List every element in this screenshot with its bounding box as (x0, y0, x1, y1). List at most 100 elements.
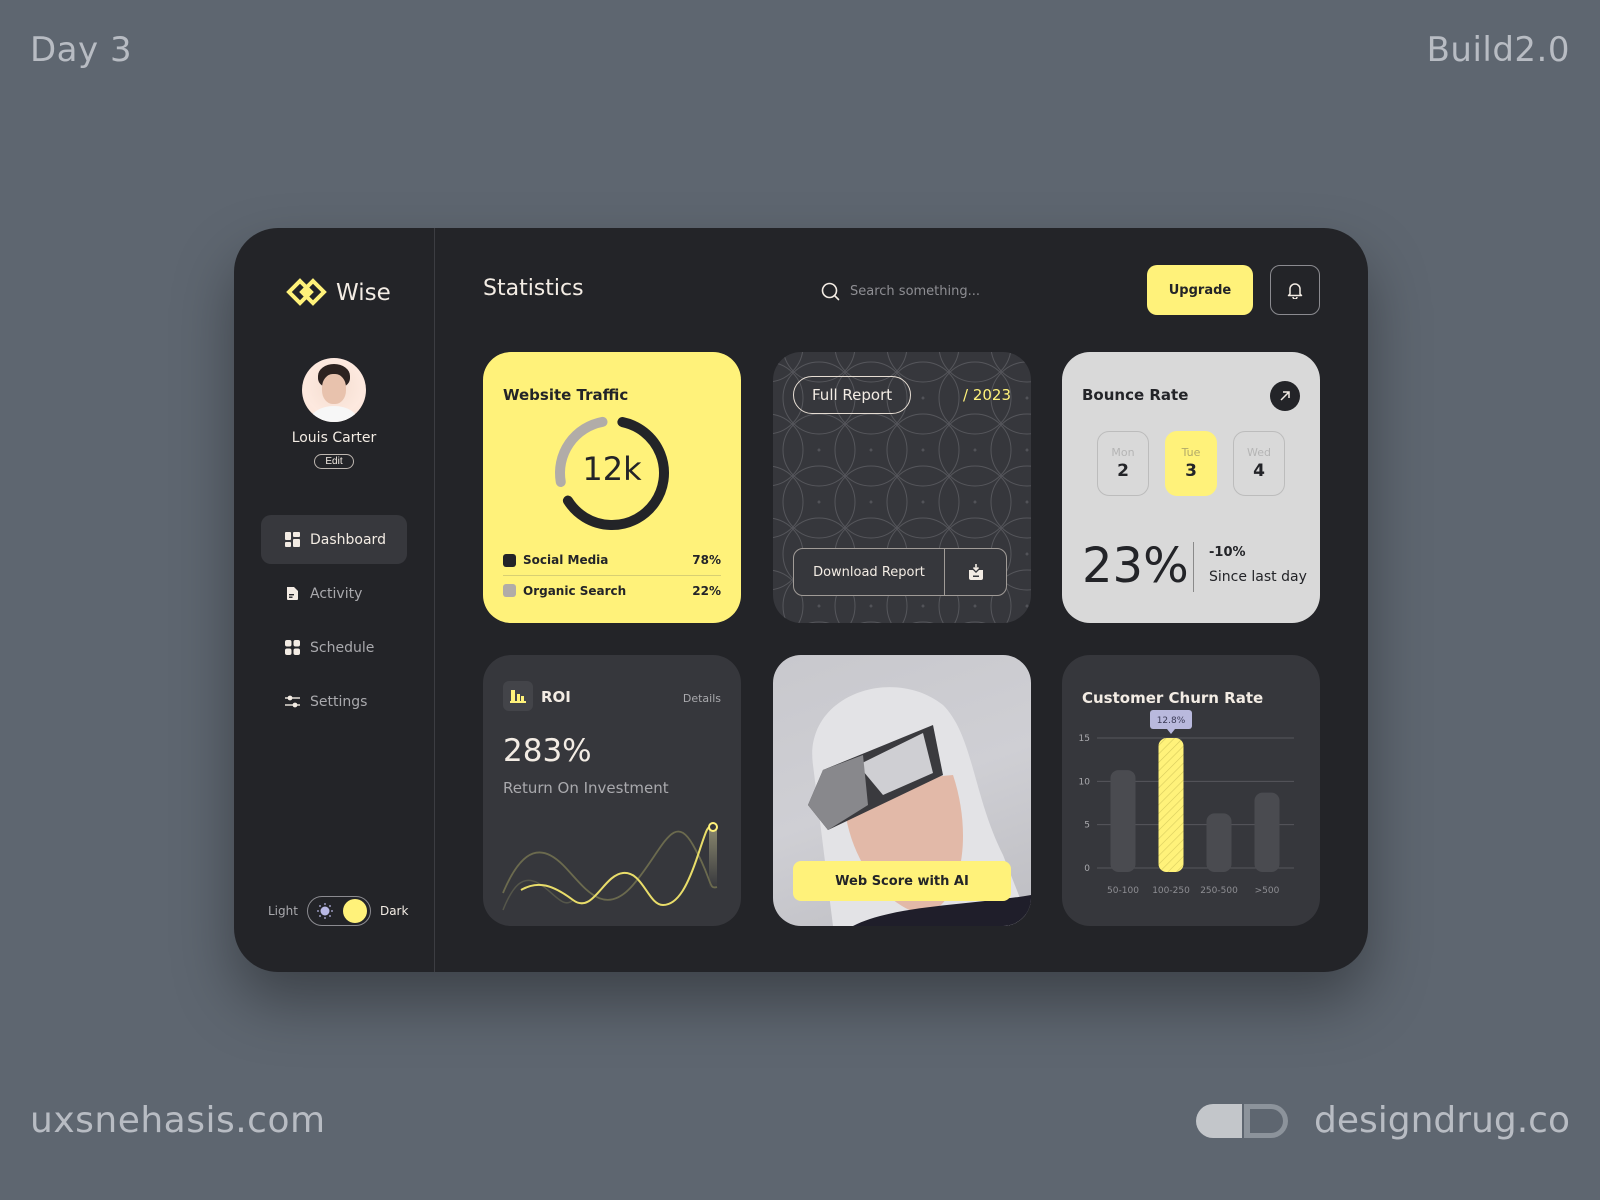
sidebar-item-label: Activity (310, 585, 363, 602)
sidebar-item-dashboard[interactable]: Dashboard (261, 515, 407, 564)
day-wed[interactable]: Wed 4 (1233, 431, 1285, 496)
dashboard-window: Wise Louis Carter Edit Dashboard Activit… (234, 228, 1368, 972)
download-icon-button[interactable] (944, 549, 1006, 595)
churn-bar-50-100[interactable] (1110, 770, 1136, 872)
page-title: Statistics (483, 276, 584, 301)
y-tick-label: 0 (1084, 864, 1090, 874)
legend-row-social-media: Social Media 78% (503, 545, 721, 575)
website-traffic-card: Website Traffic 12k Social Media 78% Org… (483, 352, 741, 623)
sidebar-item-schedule[interactable]: Schedule (261, 623, 407, 672)
day-number: 2 (1117, 461, 1129, 481)
day-number: 4 (1253, 461, 1265, 481)
profile: Louis Carter Edit (234, 358, 434, 469)
wise-logo-icon (286, 278, 327, 306)
roi-caption: Return On Investment (503, 779, 669, 797)
x-tick-label: >500 (1255, 886, 1280, 896)
tooltip-pointer (1167, 729, 1175, 734)
download-tray-icon (968, 564, 983, 580)
churn-bar->500[interactable] (1254, 792, 1280, 872)
sidebar-item-label: Settings (310, 693, 368, 710)
search-input[interactable] (850, 284, 1050, 299)
logo[interactable]: Wise (286, 278, 391, 308)
churn-bar-chart: 0 5 10 15 50-100 100-250 250-500 >500 12.8% (1079, 710, 1294, 896)
churn-bar-250-500[interactable] (1206, 813, 1232, 872)
bell-icon (1287, 283, 1303, 299)
grid-icon (285, 640, 300, 655)
roi-card: ROI Details 283% Return On Investment (483, 655, 741, 926)
sun-icon (317, 903, 333, 919)
bar-chart-icon (510, 690, 526, 703)
profile-name: Louis Carter (291, 430, 377, 446)
expand-button[interactable] (1270, 381, 1300, 411)
sliders-icon (285, 695, 300, 708)
divider (1193, 542, 1194, 592)
roi-value: 283% (503, 733, 592, 769)
day-selector: Mon 2 Tue 3 Wed 4 (1097, 431, 1285, 496)
sidebar-item-activity[interactable]: Activity (261, 569, 407, 618)
logo-text: Wise (336, 280, 391, 306)
traffic-total: 12k (582, 450, 642, 488)
sparkline-primary-line (520, 825, 714, 907)
web-score-button[interactable]: Web Score with AI (793, 861, 1011, 901)
download-report-group: Download Report (793, 548, 1007, 596)
bounce-rate-value: 23% (1082, 538, 1189, 594)
delta-caption: Since last day (1209, 569, 1307, 585)
web-score-card: Web Score with AI (773, 655, 1031, 926)
dark-label: Dark (379, 904, 409, 918)
card-title: ROI (541, 688, 571, 706)
legend-row-organic-search: Organic Search 22% (503, 575, 721, 605)
legend-value: 22% (692, 583, 721, 598)
sparkline-highlight-bar (709, 825, 717, 889)
day-tue[interactable]: Tue 3 (1165, 431, 1217, 496)
sparkline-endpoint (708, 822, 718, 832)
customer-churn-card: Customer Churn Rate 0 5 10 15 50-100 100-250… (1062, 655, 1320, 926)
full-report-button[interactable]: Full Report (793, 376, 912, 414)
full-report-card: Full Report / 2023 Download Report (773, 352, 1031, 623)
roi-sparkline (502, 822, 718, 911)
legend-value: 78% (692, 553, 721, 567)
day-number: 3 (1185, 461, 1197, 481)
designdrug-logo-icon (1195, 1103, 1288, 1138)
main-content: Statistics Upgrade Website Traffic 12k (435, 228, 1368, 972)
tooltip-label: 12.8% (1157, 716, 1186, 726)
sidebar: Wise Louis Carter Edit Dashboard Activit… (234, 228, 435, 972)
details-link[interactable]: Details (683, 692, 721, 705)
legend-swatch (503, 553, 516, 567)
x-tick-label: 250-500 (1200, 886, 1238, 896)
theme-toggle: Light Dark (268, 896, 408, 926)
day-mon[interactable]: Mon 2 (1097, 431, 1149, 496)
traffic-legend: Social Media 78% Organic Search 22% (503, 545, 721, 605)
y-tick-label: 10 (1079, 777, 1091, 787)
legend-label: Organic Search (523, 583, 627, 598)
y-tick-label: 15 (1079, 734, 1090, 744)
avatar[interactable] (302, 358, 366, 422)
day-name: Tue (1181, 446, 1201, 459)
document-icon (287, 587, 298, 600)
dashboard-icon (285, 532, 300, 547)
notifications-button[interactable] (1270, 265, 1320, 315)
search-bar (821, 282, 1050, 301)
theme-switch[interactable] (306, 896, 371, 926)
bounce-rate-delta: -10% (1209, 545, 1246, 560)
sidebar-item-settings[interactable]: Settings (261, 677, 407, 726)
light-label: Light (268, 904, 298, 918)
download-report-button[interactable]: Download Report (794, 549, 944, 595)
sidebar-item-label: Schedule (310, 639, 375, 656)
upgrade-button[interactable]: Upgrade (1147, 265, 1253, 315)
day-name: Wed (1247, 446, 1271, 459)
card-title: Bounce Rate (1082, 386, 1189, 404)
churn-bar-100-250[interactable] (1158, 738, 1184, 872)
designdrug-site: designdrug.co (1313, 1100, 1570, 1141)
sidebar-nav: Dashboard Activity Schedule Settings (261, 515, 407, 731)
search-icon (821, 282, 840, 301)
author-site: uxsnehasis.com (30, 1100, 326, 1141)
roi-icon-box (503, 681, 533, 711)
sparkline-secondary-line (502, 830, 718, 901)
designdrug-brand: designdrug.co (1195, 1100, 1570, 1141)
edit-profile-button[interactable]: Edit (314, 454, 354, 469)
bounce-rate-card: Bounce Rate Mon 2 Tue 3 Wed 4 23% -10% S… (1062, 352, 1320, 623)
toggle-knob[interactable] (342, 899, 367, 923)
x-tick-label: 50-100 (1107, 886, 1139, 896)
legend-label: Social Media (523, 553, 609, 567)
legend-swatch (503, 584, 516, 597)
